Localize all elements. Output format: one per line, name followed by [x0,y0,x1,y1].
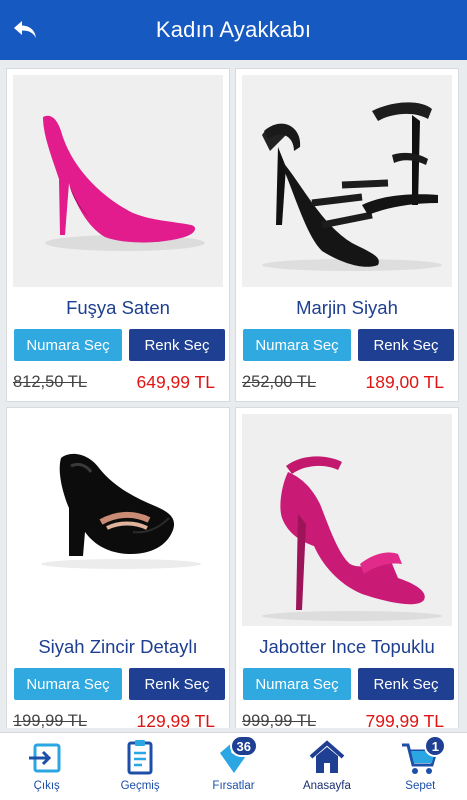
back-button[interactable] [8,12,44,48]
product-name[interactable]: Siyah Zincir Detaylı [7,636,229,658]
home-icon [307,739,347,777]
select-color-button[interactable]: Renk Seç [129,668,225,700]
tab-label: Sepet [405,780,436,792]
tab-logout[interactable]: Çıkış [0,733,93,800]
logout-icon [27,739,67,777]
product-image[interactable] [242,75,452,287]
deals-count-badge: 36 [229,735,258,757]
old-price: 812,50 TL [13,373,88,391]
product-image[interactable] [13,414,223,626]
sale-price: 799,99 TL [365,711,445,728]
old-price: 999,99 TL [242,712,317,728]
product-name[interactable]: Marjin Siyah [236,297,458,319]
product-image[interactable] [242,414,452,626]
bottom-tab-bar: Çıkış Geçmiş 36 Fırsatlar Anasayfa 1 Sep… [0,732,467,800]
product-card[interactable]: Fuşya Saten Numara Seç Renk Seç 812,50 T… [6,68,230,402]
select-size-button[interactable]: Numara Seç [243,668,351,700]
product-card[interactable]: Marjin Siyah Numara Seç Renk Seç 252,00 … [235,68,459,402]
cart-icon: 1 [400,735,447,777]
product-card[interactable]: Siyah Zincir Detaylı Numara Seç Renk Seç… [6,407,230,728]
select-color-button[interactable]: Renk Seç [358,668,454,700]
tag-icon: 36 [214,735,258,777]
app-header: Kadın Ayakkabı [0,0,467,60]
tab-label: Fırsatlar [212,780,255,792]
product-card[interactable]: Jabotter Ince Topuklu Numara Seç Renk Se… [235,407,459,728]
tab-label: Çıkış [33,780,60,792]
select-color-button[interactable]: Renk Seç [129,329,225,361]
tab-deals[interactable]: 36 Fırsatlar [187,733,280,800]
clipboard-icon [120,739,160,777]
old-price: 252,00 TL [242,373,317,391]
select-size-button[interactable]: Numara Seç [243,329,351,361]
product-image[interactable] [13,75,223,287]
sale-price: 129,99 TL [136,711,216,728]
tab-label: Geçmiş [120,780,160,792]
product-grid: Fuşya Saten Numara Seç Renk Seç 812,50 T… [6,68,461,728]
back-arrow-icon [14,21,36,38]
cart-count-badge: 1 [424,735,447,757]
sale-price: 649,99 TL [136,372,216,392]
page-title: Kadın Ayakkabı [155,17,312,42]
sale-price: 189,00 TL [365,372,445,392]
product-name[interactable]: Fuşya Saten [7,297,229,319]
product-name[interactable]: Jabotter Ince Topuklu [236,636,458,658]
select-size-button[interactable]: Numara Seç [14,668,122,700]
tab-home[interactable]: Anasayfa [280,733,373,800]
tab-history[interactable]: Geçmiş [93,733,186,800]
tab-label: Anasayfa [302,780,351,792]
select-size-button[interactable]: Numara Seç [14,329,122,361]
tab-cart[interactable]: 1 Sepet [374,733,467,800]
old-price: 199,99 TL [13,712,88,728]
select-color-button[interactable]: Renk Seç [358,329,454,361]
